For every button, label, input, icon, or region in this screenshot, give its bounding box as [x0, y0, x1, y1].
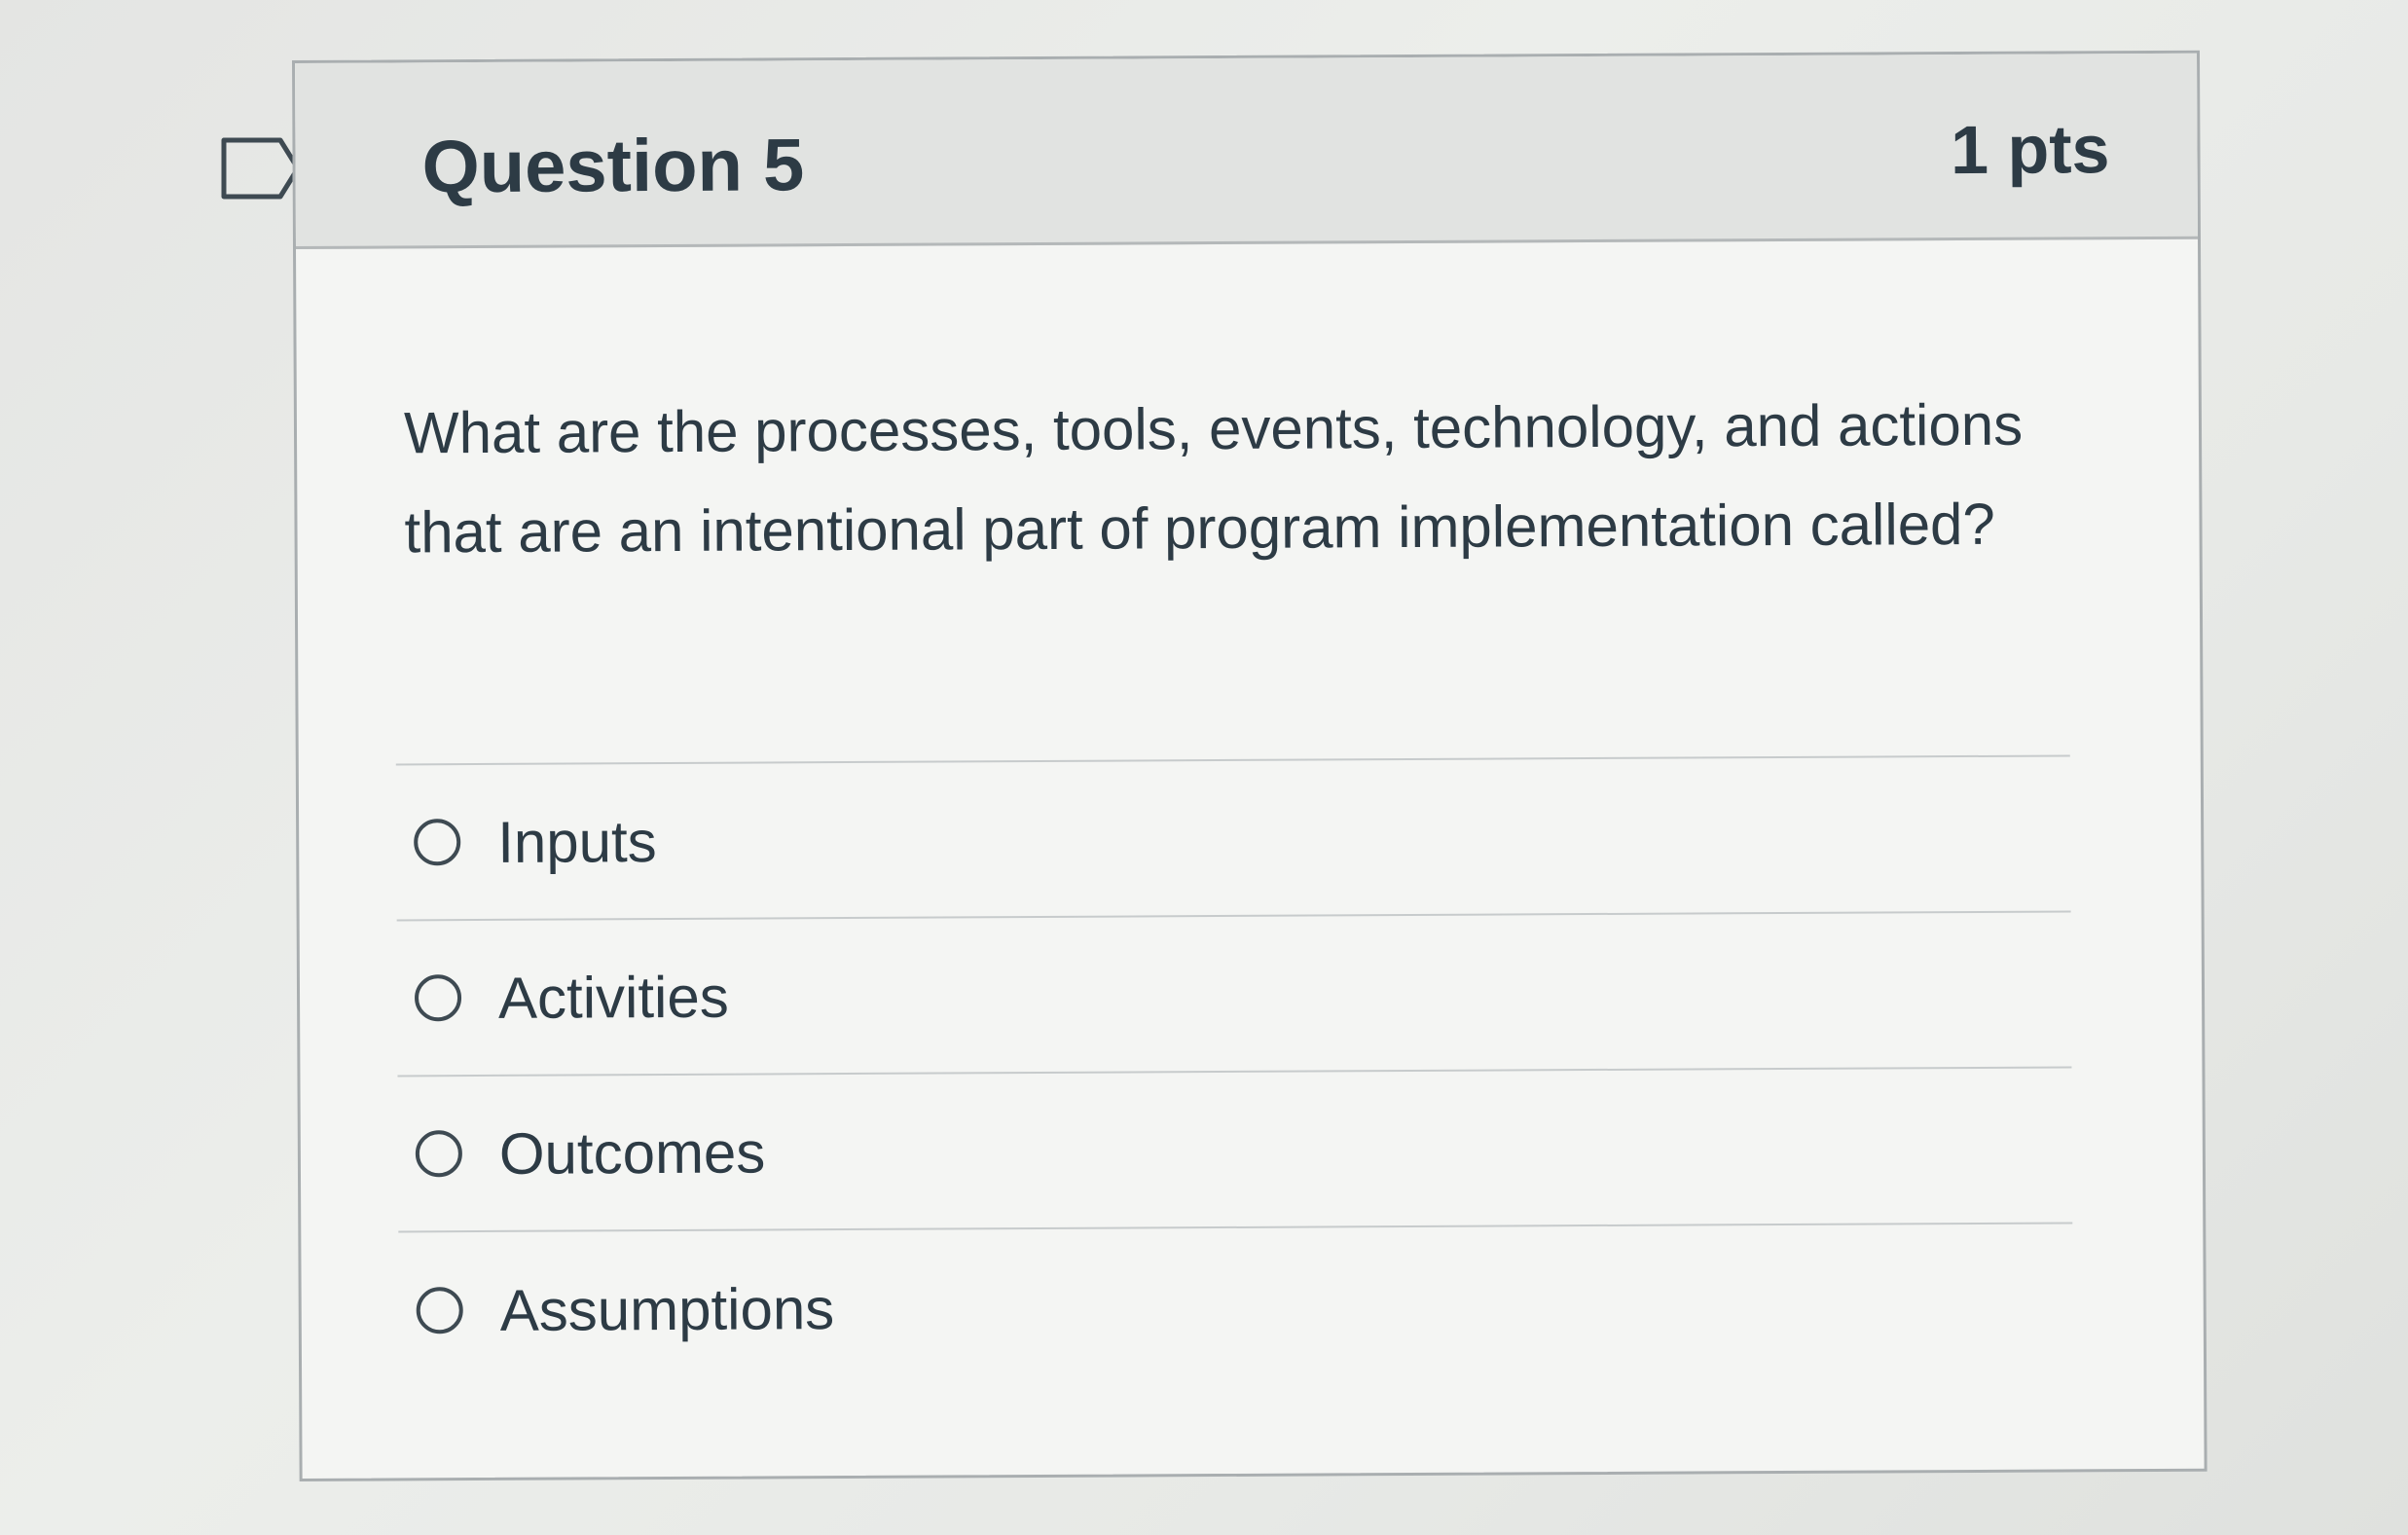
question-points: 1 pts: [1950, 111, 2110, 189]
answer-label[interactable]: Outcomes: [499, 1118, 766, 1187]
question-header: Question 5 1 pts: [295, 53, 2198, 249]
answer-label[interactable]: Activities: [498, 963, 729, 1031]
flag-question-icon[interactable]: [220, 136, 302, 201]
answer-list: Inputs Activities Outcomes Assumptions: [395, 754, 2074, 1389]
question-text: What are the processes, tools, events, t…: [403, 391, 2024, 566]
radio-unchecked-icon[interactable]: [414, 819, 461, 866]
answer-label[interactable]: Assumptions: [500, 1275, 835, 1344]
answer-option-inputs[interactable]: Inputs: [395, 756, 2071, 922]
radio-unchecked-icon[interactable]: [416, 1287, 463, 1334]
radio-unchecked-icon[interactable]: [414, 974, 462, 1022]
question-title: Question 5: [421, 124, 805, 209]
answer-option-assumptions[interactable]: Assumptions: [398, 1224, 2073, 1388]
radio-unchecked-icon[interactable]: [415, 1130, 463, 1178]
answer-label[interactable]: Inputs: [497, 808, 657, 876]
answer-option-activities[interactable]: Activities: [396, 912, 2072, 1078]
question-card: Question 5 1 pts What are the processes,…: [292, 50, 2207, 1481]
answer-option-outcomes[interactable]: Outcomes: [397, 1068, 2073, 1233]
